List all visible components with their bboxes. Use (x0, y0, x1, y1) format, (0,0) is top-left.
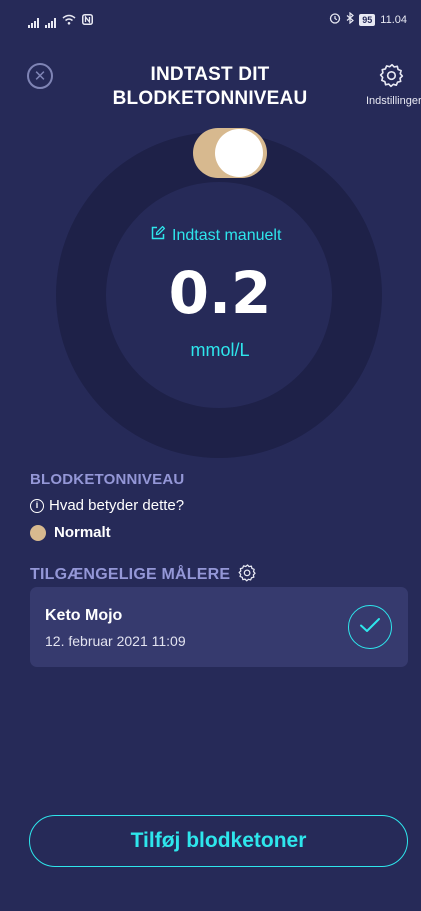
ketone-value: 0.2 (168, 259, 272, 327)
app-screen: 95 11.04 ✕ INDTAST DIT BLODKETONNIVEAU I… (0, 0, 421, 911)
status-icons-right: 95 11.04 (329, 11, 407, 27)
info-link[interactable]: i Hvad betyder dette? (30, 497, 184, 514)
meters-settings-icon[interactable] (238, 563, 257, 587)
status-icons-left (28, 14, 93, 28)
check-icon (359, 617, 381, 638)
manual-entry-label: Indtast manuelt (172, 226, 282, 244)
level-status: Normalt (30, 524, 111, 541)
meter-name: Keto Mojo (45, 607, 123, 624)
bluetooth-icon (346, 11, 355, 27)
level-heading: BLODKETONNIVEAU (30, 471, 185, 488)
info-label: Hvad betyder dette? (49, 497, 185, 514)
gear-icon (379, 63, 405, 92)
status-bar: 95 11.04 (0, 0, 421, 40)
info-icon: i (30, 498, 44, 513)
signal-icon (28, 18, 39, 28)
wifi-icon (62, 14, 76, 28)
clock: 11.04 (380, 13, 407, 26)
reading-toggle[interactable] (193, 128, 267, 178)
settings-button[interactable]: Indstillinger (366, 62, 421, 108)
battery-indicator: 95 (359, 13, 376, 26)
add-ketones-label: Tilføj blodketoner (130, 829, 307, 852)
settings-label: Indstillinger (366, 95, 421, 107)
meter-selected-check[interactable] (348, 605, 392, 649)
meters-heading-label: TILGÆNGELIGE MÅLERE (30, 566, 231, 583)
close-icon: ✕ (33, 67, 47, 85)
manual-entry-link[interactable]: Indtast manuelt (150, 225, 281, 246)
status-dot (30, 524, 46, 541)
nfc-icon (82, 14, 93, 28)
page-title: INDTAST DIT BLODKETONNIVEAU (112, 64, 308, 109)
alarm-icon (329, 12, 341, 27)
edit-icon (150, 225, 166, 246)
meters-heading: TILGÆNGELIGE MÅLERE (30, 563, 257, 587)
add-ketones-button[interactable]: Tilføj blodketoner (29, 815, 408, 867)
ketone-unit: mmol/L (190, 340, 250, 360)
toggle-knob (215, 129, 263, 177)
meter-date: 12. februar 2021 11:09 (45, 633, 186, 649)
meter-card[interactable]: Keto Mojo 12. februar 2021 11:09 (30, 587, 408, 667)
close-button[interactable]: ✕ (27, 63, 53, 89)
signal-icon-2 (45, 18, 56, 28)
status-label: Normalt (54, 524, 111, 541)
